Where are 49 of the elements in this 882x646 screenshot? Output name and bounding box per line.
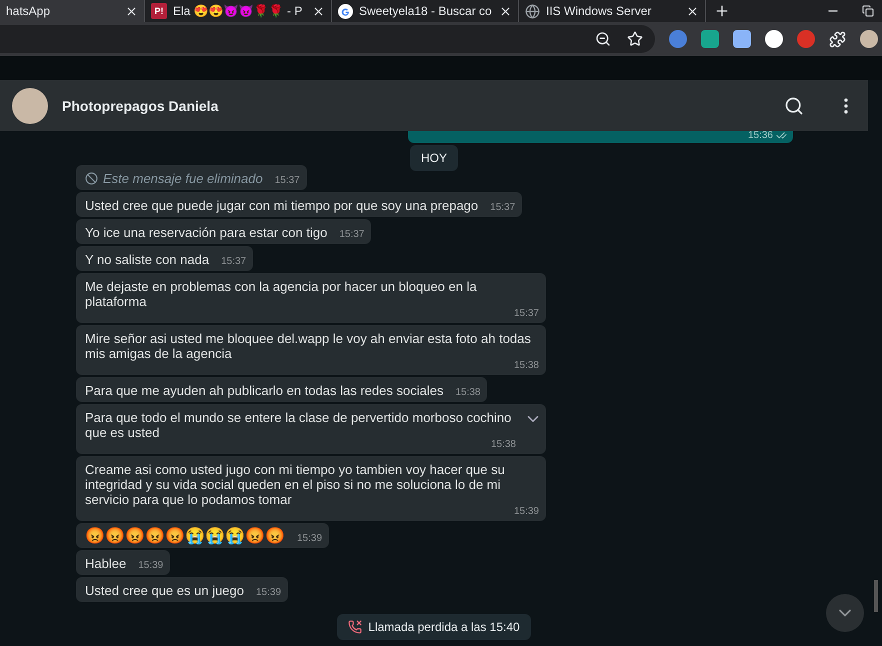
date-chip: HOY xyxy=(410,145,458,171)
message-text: Yo ice una reservación para estar con tigo xyxy=(85,225,328,240)
search-icon[interactable] xyxy=(784,96,804,116)
close-icon[interactable] xyxy=(499,4,512,18)
profile-avatar[interactable] xyxy=(860,30,878,48)
extension-icon[interactable] xyxy=(765,30,783,48)
message-time: 15:39 xyxy=(255,588,282,598)
extensions-icon[interactable] xyxy=(829,30,846,48)
message-text: Usted cree que es un juego xyxy=(85,583,244,598)
zoom-out-icon[interactable] xyxy=(595,31,611,47)
message-time: 15:38 xyxy=(454,388,480,398)
close-icon[interactable] xyxy=(686,4,699,18)
bookmark-star-icon[interactable] xyxy=(627,31,643,47)
message-text: Usted cree que puede jugar con mi tiempo por que soy una prepago xyxy=(85,198,478,213)
new-tab-icon[interactable] xyxy=(714,3,730,19)
close-icon[interactable] xyxy=(125,4,138,18)
google-logo-icon xyxy=(338,4,353,18)
message-text: Para que todo el mundo se entere la clase de pervertido morboso cochino que es usted xyxy=(85,410,512,440)
message-time: 15:37 xyxy=(274,176,300,186)
message-text: Me dejaste en problemas con la agencia por hacer un bloqueo en la plataforma xyxy=(85,279,478,309)
message-text: Este mensaje fue eliminado xyxy=(103,171,263,186)
contact-name: Photoprepagos Daniela xyxy=(62,98,220,114)
extension-icon[interactable] xyxy=(733,30,751,48)
globe-icon xyxy=(525,4,540,18)
read-ticks-icon xyxy=(776,131,787,141)
message-time: 15:37 xyxy=(220,257,246,267)
message-time: 15:37 xyxy=(512,309,539,319)
contact-avatar[interactable] xyxy=(12,88,48,124)
deleted-icon xyxy=(85,172,98,185)
message-text: Para que me ayuden ah publicarlo en todas las redes sociales xyxy=(85,383,444,398)
message-time: 15:37 xyxy=(489,203,516,213)
message-time: 15:39 xyxy=(296,534,322,544)
tab-favicon: P! xyxy=(151,3,167,19)
message-time: 15:39 xyxy=(512,507,539,517)
message-text: Y no saliste con nada xyxy=(85,252,210,267)
message-text: 😡😡😡😡😡😭😭😭😡😡 xyxy=(85,529,285,544)
message-time: 15:36 xyxy=(748,131,773,141)
browser-tab[interactable]: hatsApp xyxy=(0,0,145,22)
message-text: Hablee xyxy=(85,556,126,571)
message-text: Creame asi como usted jugo con mi tiempo yo tambien voy hacer que su integridad y su vida social queden en el piso si no me soluciona lo de mi servicio para que lo podamos tomar xyxy=(85,462,506,507)
message-time: 15:38 xyxy=(512,361,539,371)
message-time: 15:39 xyxy=(137,561,164,571)
restore-icon[interactable] xyxy=(862,5,874,17)
missed-call-chip: Llamada perdida a las 15:40 xyxy=(337,614,531,640)
missed-call-icon xyxy=(348,620,362,634)
close-icon[interactable] xyxy=(312,4,325,18)
message-time: 15:38 xyxy=(490,440,516,450)
message-time: 15:37 xyxy=(338,230,364,240)
message-text: Mire señor asi usted me bloquee del.wapp le voy ah enviar esta foto ah todas mis amigas de la agencia xyxy=(85,331,532,361)
